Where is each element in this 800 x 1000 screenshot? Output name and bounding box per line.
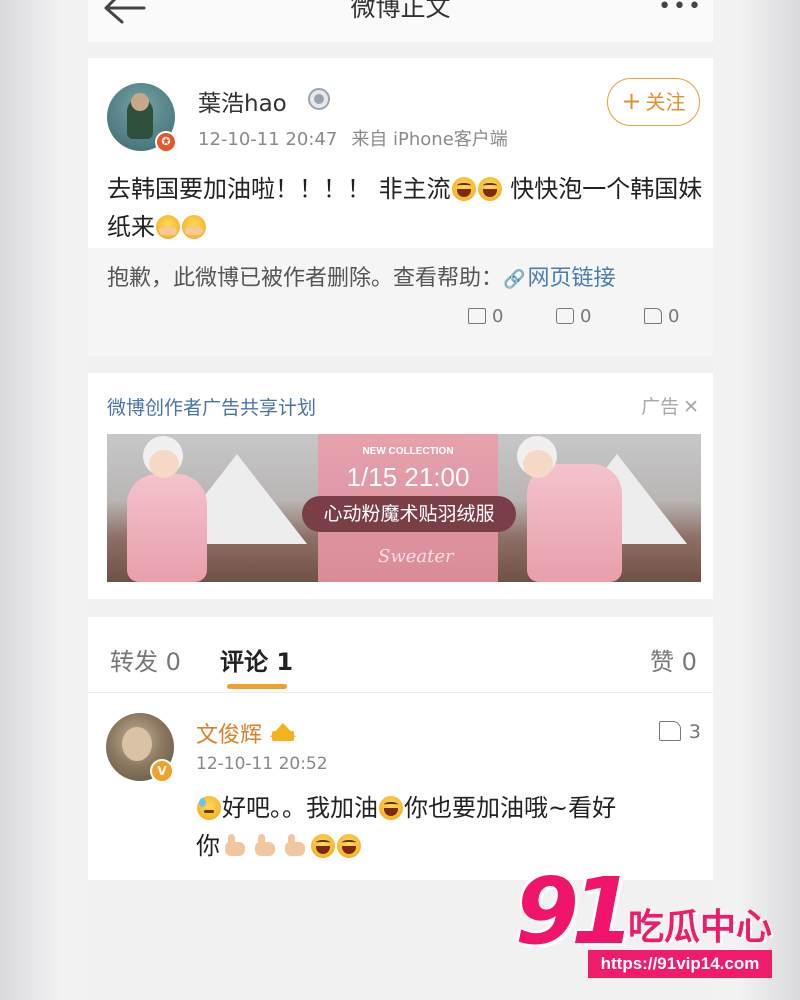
user-badge-icon: ✪	[155, 131, 177, 153]
repost-button[interactable]: 0	[468, 306, 503, 327]
banner-script-text: Sweater	[378, 546, 454, 567]
banner-collection-label: NEW COLLECTION	[362, 446, 454, 457]
model-left-face	[149, 450, 179, 478]
tab-likes[interactable]: 赞 0	[650, 642, 697, 677]
shy-emoji-icon	[182, 215, 206, 239]
thumbs-up-icon	[252, 834, 278, 858]
comment-like-button[interactable]: 3	[658, 721, 701, 743]
watermark-number: 91	[515, 858, 635, 965]
comment-text-part3: 你	[196, 832, 220, 860]
tab-comments[interactable]: 评论 1	[220, 642, 293, 677]
ad-label: 广告	[641, 396, 680, 418]
deleted-original-box: 抱歉，此微博已被作者删除。查看帮助：🔗网页链接 0 0 0	[88, 248, 713, 356]
post-card: ✪ 葉浩hao 12-10-11 20:47 来自 iPhone客户端 + 关注 去…	[88, 58, 713, 356]
comments-section: 转发 0 评论 1 赞 0 V 文俊辉 12-10-11 20:52 3 好吧。…	[88, 617, 713, 880]
plus-icon: +	[621, 87, 642, 115]
more-icon[interactable]: •••	[658, 0, 703, 19]
shy-emoji-icon	[156, 215, 180, 239]
interaction-tabs: 转发 0 评论 1 赞 0	[88, 617, 713, 693]
like-icon	[658, 721, 681, 741]
laugh-emoji-icon	[379, 796, 403, 820]
comment-text-part2: 你也要加油哦~看好	[404, 794, 617, 822]
comment-count: 0	[580, 306, 592, 327]
comment-time: 12-10-11 20:52	[196, 754, 328, 774]
like-count: 0	[668, 306, 680, 327]
follow-button[interactable]: + 关注	[607, 78, 700, 126]
commenter-face	[122, 727, 152, 761]
banner-date: 1/15 21:00	[346, 462, 470, 492]
crown-icon	[270, 717, 296, 741]
web-link-label: 网页链接	[527, 266, 616, 291]
thumbs-up-icon	[222, 834, 248, 858]
post-meta: 12-10-11 20:47 来自 iPhone客户端	[198, 125, 508, 151]
deleted-message: 抱歉，此微博已被作者删除。查看帮助：	[107, 266, 504, 291]
like-icon	[644, 308, 662, 324]
close-icon[interactable]: ✕	[683, 396, 699, 418]
laugh-emoji-icon	[451, 177, 476, 201]
repost-count: 0	[492, 306, 504, 327]
post-text: 去韩国要加油啦！！！！ 非主流 快快泡一个韩国妹纸来	[107, 170, 707, 246]
active-tab-indicator	[227, 684, 287, 689]
laugh-emoji-icon	[477, 177, 502, 201]
repost-icon	[468, 308, 486, 324]
banner-center-panel: NEW COLLECTION 1/15 21:00 心动粉魔术贴羽绒服 Swea…	[302, 434, 516, 582]
avatar-head	[131, 93, 149, 111]
model-right-face	[523, 450, 553, 478]
phone-screen: 微博正文 ••• ✪ 葉浩hao 12-10-11 20:47 来自 iPhone…	[88, 0, 713, 1000]
sweat-emoji-icon	[197, 796, 221, 820]
model-right	[527, 464, 622, 582]
ad-program-title[interactable]: 微博创作者广告共享计划	[107, 393, 316, 420]
watermark-text: 吃瓜中心	[628, 907, 773, 948]
ad-card: 微博创作者广告共享计划 广告 ✕ NEW COLLECTION 1/15 21:0…	[88, 373, 713, 599]
verified-badge-icon: V	[150, 759, 174, 783]
commenter-name[interactable]: 文俊辉	[196, 717, 262, 749]
page-title: 微博正文	[350, 0, 451, 22]
commenter-avatar[interactable]: V	[106, 713, 174, 783]
comment-button[interactable]: 0	[556, 306, 591, 327]
comment-icon	[556, 308, 574, 324]
web-link[interactable]: 🔗网页链接	[503, 266, 615, 291]
ad-tag: 广告 ✕	[641, 392, 699, 419]
banner-product-title: 心动粉魔术贴羽绒服	[302, 496, 516, 532]
link-icon: 🔗	[503, 269, 526, 290]
vip-icon[interactable]	[308, 88, 330, 110]
ad-banner[interactable]: NEW COLLECTION 1/15 21:00 心动粉魔术贴羽绒服 Swea…	[107, 434, 701, 582]
comment-text: 好吧。。我加油 你也要加油哦~看好你	[196, 789, 696, 865]
post-time: 12-10-11 20:47	[198, 129, 338, 150]
avatar[interactable]: ✪	[107, 83, 177, 153]
rock-hand-icon	[282, 834, 308, 858]
post-source: 来自 iPhone客户端	[351, 129, 508, 150]
model-left	[127, 474, 207, 582]
post-text-part1: 去韩国要加油啦！！！！ 非主流	[107, 175, 451, 203]
watermark-url: https://91vip14.com	[588, 950, 772, 978]
laugh-emoji-icon	[311, 834, 335, 858]
comment-text-part1: 好吧。。我加油	[222, 794, 378, 822]
follow-label: 关注	[645, 90, 686, 114]
deleted-notice: 抱歉，此微博已被作者删除。查看帮助：🔗网页链接	[107, 260, 615, 292]
nav-bar: 微博正文 •••	[88, 0, 713, 42]
like-button[interactable]: 0	[644, 306, 679, 327]
post-author-name[interactable]: 葉浩hao	[198, 84, 287, 118]
tab-reposts[interactable]: 转发 0	[110, 642, 181, 677]
laugh-emoji-icon	[337, 834, 361, 858]
comment-like-count: 3	[688, 721, 701, 743]
